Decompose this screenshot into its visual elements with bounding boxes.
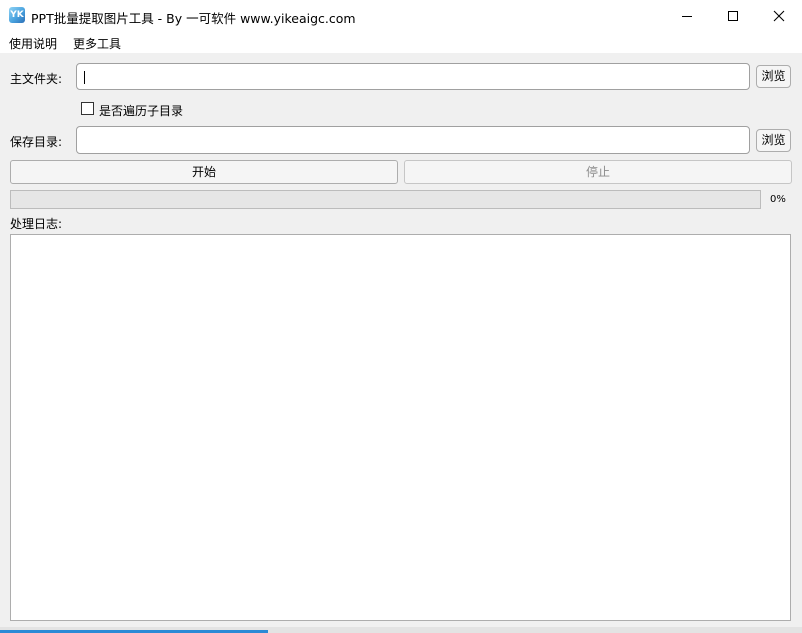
log-label: 处理日志: — [10, 217, 63, 231]
subdir-checkbox[interactable] — [81, 102, 94, 115]
maximize-button[interactable] — [710, 0, 756, 31]
maximize-icon — [728, 10, 738, 21]
minimize-icon — [682, 15, 692, 17]
save-dir-label: 保存目录: — [10, 135, 63, 149]
minimize-button[interactable] — [664, 0, 710, 31]
main-folder-label: 主文件夹: — [10, 72, 63, 86]
title-bar[interactable]: YK PPT批量提取图片工具 - By 一可软件 www.yikeaigc.co… — [0, 0, 802, 31]
subdir-checkbox-label[interactable]: 是否遍历子目录 — [99, 102, 183, 119]
close-icon — [773, 10, 785, 21]
close-button[interactable] — [756, 0, 802, 31]
browse-main-folder-button[interactable]: 浏览 — [756, 65, 791, 88]
app-logo-icon: YK — [9, 7, 25, 23]
progress-percent: 0% — [770, 194, 786, 205]
browse-save-dir-button[interactable]: 浏览 — [756, 129, 791, 152]
save-dir-input[interactable] — [76, 126, 750, 154]
menu-item-help[interactable]: 使用说明 — [9, 35, 57, 52]
start-button[interactable]: 开始 — [10, 160, 398, 184]
log-textarea[interactable] — [10, 234, 791, 621]
menu-item-more-tools[interactable]: 更多工具 — [73, 35, 121, 52]
menu-bar: 使用说明 更多工具 — [0, 31, 802, 53]
stop-button[interactable]: 停止 — [404, 160, 792, 184]
main-folder-input[interactable] — [76, 63, 750, 90]
window-title: PPT批量提取图片工具 - By 一可软件 www.yikeaigc.com — [31, 11, 356, 26]
taskbar-strip — [0, 627, 802, 633]
progress-bar — [10, 190, 761, 209]
text-caret — [84, 71, 85, 84]
